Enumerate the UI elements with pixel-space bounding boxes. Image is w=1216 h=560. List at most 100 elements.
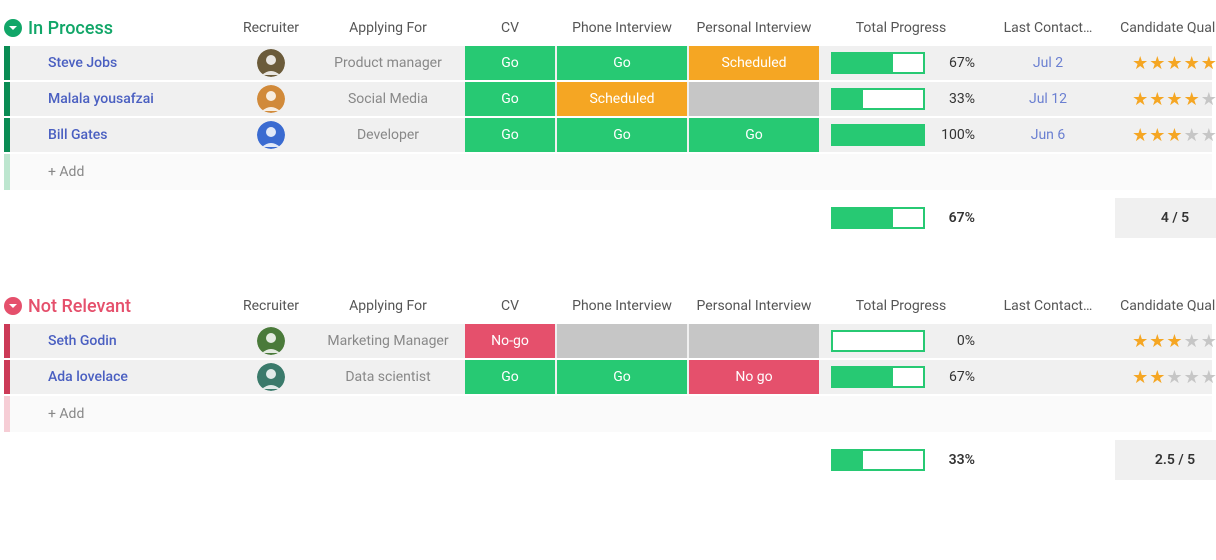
progress-cell[interactable]: 0% xyxy=(821,330,981,352)
avatar xyxy=(257,49,285,77)
table-row[interactable]: Seth Godin Marketing Manager No-go 0% ★★… xyxy=(4,324,1212,360)
star-icon: ★ xyxy=(1132,53,1149,74)
table-row[interactable]: Ada lovelace Data scientist Go Go No go … xyxy=(4,360,1212,396)
collapse-button[interactable] xyxy=(4,297,22,315)
star-icon: ★ xyxy=(1201,331,1216,352)
recruiter-avatar-cell[interactable] xyxy=(231,363,311,391)
status-cv[interactable]: Go xyxy=(465,360,555,394)
col-head-phone[interactable]: Phone Interview xyxy=(557,20,687,36)
row-handle[interactable] xyxy=(4,46,10,80)
applying-for[interactable]: Marketing Manager xyxy=(313,333,463,349)
last-contact-date[interactable]: Jun 6 xyxy=(983,127,1113,143)
add-row[interactable]: + Add xyxy=(4,154,1212,190)
progress-bar xyxy=(831,207,925,229)
recruiter-avatar-cell[interactable] xyxy=(231,49,311,77)
status-phone[interactable]: Scheduled xyxy=(557,82,687,116)
star-icon: ★ xyxy=(1184,367,1201,388)
group: Not Relevant Recruiter Applying For CV P… xyxy=(4,288,1212,480)
status-phone[interactable]: Go xyxy=(557,46,687,80)
status-personal[interactable]: Scheduled xyxy=(689,46,819,80)
col-head-progress[interactable]: Total Progress xyxy=(821,298,981,314)
col-head-applying[interactable]: Applying For xyxy=(313,298,463,314)
progress-cell[interactable]: 67% xyxy=(821,366,981,388)
quality-stars[interactable]: ★★★★★ xyxy=(1115,331,1216,352)
candidate-name[interactable]: Bill Gates xyxy=(34,127,229,143)
col-head-personal[interactable]: Personal Interview xyxy=(689,20,819,36)
status-phone[interactable]: Go xyxy=(557,360,687,394)
col-head-quality[interactable]: Candidate Quality xyxy=(1115,298,1216,314)
summary-progress: 33% xyxy=(821,449,981,471)
status-personal[interactable]: Go xyxy=(689,118,819,152)
applying-for[interactable]: Developer xyxy=(313,127,463,143)
col-head-personal[interactable]: Personal Interview xyxy=(689,298,819,314)
avatar xyxy=(257,85,285,113)
last-contact-date[interactable]: Jul 2 xyxy=(983,55,1113,71)
group-title: In Process xyxy=(28,18,113,39)
star-icon: ★ xyxy=(1166,53,1183,74)
status-personal[interactable]: No go xyxy=(689,360,819,394)
status-personal[interactable] xyxy=(689,324,819,358)
candidate-name[interactable]: Steve Jobs xyxy=(34,55,229,71)
table-row[interactable]: Malala yousafzai Social Media Go Schedul… xyxy=(4,82,1212,118)
group-header-row: Not Relevant Recruiter Applying For CV P… xyxy=(4,288,1212,324)
quality-stars[interactable]: ★★★★★ xyxy=(1115,367,1216,388)
star-icon: ★ xyxy=(1201,89,1216,110)
row-handle[interactable] xyxy=(4,118,10,152)
progress-bar xyxy=(831,52,925,74)
candidate-name[interactable]: Seth Godin xyxy=(34,333,229,349)
col-head-progress[interactable]: Total Progress xyxy=(821,20,981,36)
table-row[interactable]: Steve Jobs Product manager Go Go Schedul… xyxy=(4,46,1212,82)
add-button[interactable]: + Add xyxy=(34,406,1216,422)
progress-cell[interactable]: 67% xyxy=(821,52,981,74)
collapse-button[interactable] xyxy=(4,19,22,37)
applying-for[interactable]: Data scientist xyxy=(313,369,463,385)
last-contact-date[interactable]: Jul 12 xyxy=(983,91,1113,107)
progress-cell[interactable]: 100% xyxy=(821,124,981,146)
status-cv[interactable]: No-go xyxy=(465,324,555,358)
quality-stars[interactable]: ★★★★★ xyxy=(1115,53,1216,74)
row-handle xyxy=(4,154,10,190)
applying-for[interactable]: Product manager xyxy=(313,55,463,71)
add-button[interactable]: + Add xyxy=(34,164,1216,180)
avatar xyxy=(257,121,285,149)
star-icon: ★ xyxy=(1184,125,1201,146)
status-phone[interactable]: Go xyxy=(557,118,687,152)
add-row[interactable]: + Add xyxy=(4,396,1212,432)
star-icon: ★ xyxy=(1166,331,1183,352)
status-phone[interactable] xyxy=(557,324,687,358)
progress-value: 100% xyxy=(933,127,975,143)
col-head-lastcontact[interactable]: Last Contact… xyxy=(983,298,1113,314)
progress-value: 0% xyxy=(933,333,975,349)
recruiter-avatar-cell[interactable] xyxy=(231,121,311,149)
quality-stars[interactable]: ★★★★★ xyxy=(1115,125,1216,146)
group: In Process Recruiter Applying For CV Pho… xyxy=(4,10,1212,238)
table-row[interactable]: Bill Gates Developer Go Go Go 100% Jun 6… xyxy=(4,118,1212,154)
row-handle[interactable] xyxy=(4,82,10,116)
applying-for[interactable]: Social Media xyxy=(313,91,463,107)
row-handle[interactable] xyxy=(4,360,10,394)
col-head-quality[interactable]: Candidate Quality xyxy=(1115,20,1216,36)
col-head-applying[interactable]: Applying For xyxy=(313,20,463,36)
col-head-recruiter[interactable]: Recruiter xyxy=(231,20,311,36)
col-head-lastcontact[interactable]: Last Contact… xyxy=(983,20,1113,36)
group-header-row: In Process Recruiter Applying For CV Pho… xyxy=(4,10,1212,46)
status-personal[interactable] xyxy=(689,82,819,116)
candidate-name[interactable]: Malala yousafzai xyxy=(34,91,229,107)
status-cv[interactable]: Go xyxy=(465,46,555,80)
star-icon: ★ xyxy=(1149,367,1166,388)
recruiter-avatar-cell[interactable] xyxy=(231,85,311,113)
col-head-recruiter[interactable]: Recruiter xyxy=(231,298,311,314)
status-cv[interactable]: Go xyxy=(465,118,555,152)
recruiter-avatar-cell[interactable] xyxy=(231,327,311,355)
progress-bar xyxy=(831,449,925,471)
col-head-cv[interactable]: CV xyxy=(465,298,555,314)
quality-stars[interactable]: ★★★★★ xyxy=(1115,89,1216,110)
col-head-phone[interactable]: Phone Interview xyxy=(557,298,687,314)
col-head-cv[interactable]: CV xyxy=(465,20,555,36)
row-handle[interactable] xyxy=(4,324,10,358)
candidate-name[interactable]: Ada lovelace xyxy=(34,369,229,385)
progress-cell[interactable]: 33% xyxy=(821,88,981,110)
star-icon: ★ xyxy=(1184,89,1201,110)
star-icon: ★ xyxy=(1184,331,1201,352)
status-cv[interactable]: Go xyxy=(465,82,555,116)
